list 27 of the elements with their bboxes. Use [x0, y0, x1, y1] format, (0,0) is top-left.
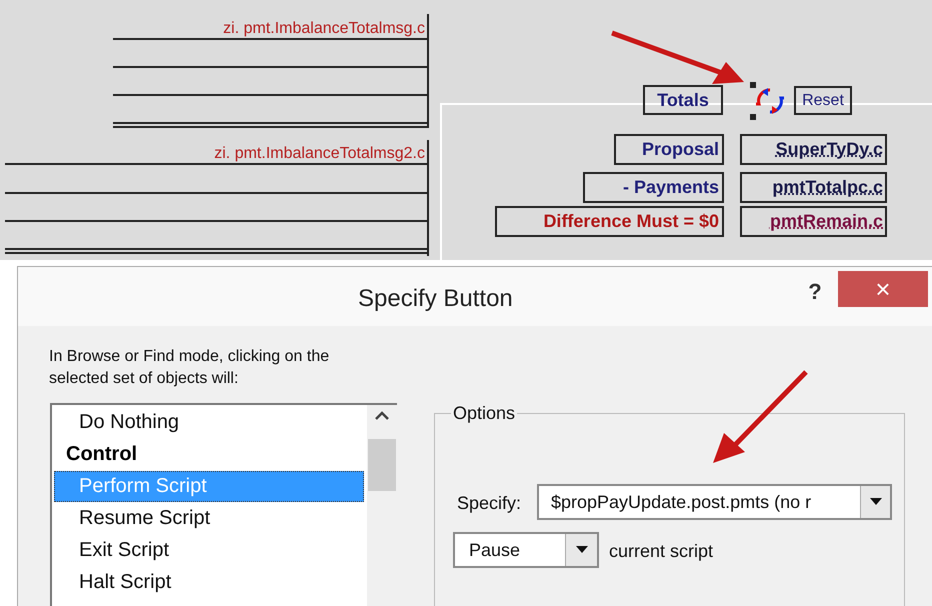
instruction-text: In Browse or Find mode, clicking on the selected set of objects will: [49, 347, 330, 389]
field-name: zi. pmt.ImbalanceTotalmsg2.c [214, 145, 425, 163]
specify-label: Specify: [457, 492, 522, 515]
script-dropdown[interactable]: $propPayUpdate.post.pmts (no r [537, 484, 892, 520]
dropdown-value: $propPayUpdate.post.pmts (no r [550, 490, 812, 514]
layout-field[interactable]: zi. pmt.ImbalanceTotalmsg2.c [5, 140, 429, 256]
scrollbar-thumb[interactable] [368, 439, 396, 491]
current-script-label: current script [609, 540, 714, 563]
close-button[interactable]: × [838, 271, 928, 307]
help-button[interactable]: ? [803, 275, 827, 305]
row-label: Difference Must = $0 [495, 206, 724, 237]
scrollbar[interactable] [367, 405, 397, 606]
field-name: zi. pmt.ImbalanceTotalmsg.c [223, 20, 425, 38]
row-label: - Payments [583, 172, 724, 203]
row-value-field: pmtRemain.c [740, 206, 887, 237]
window-title: Specify Button [358, 284, 513, 314]
row-value-field: pmtTotalpc.c [740, 172, 887, 203]
row-label: Proposal [614, 134, 724, 165]
totals-label: Totals [643, 85, 723, 115]
row-value-field: SuperTyDy.c [740, 134, 887, 165]
reset-button[interactable]: Reset [794, 86, 852, 115]
layout-field[interactable]: zi. pmt.ImbalanceTotalmsg.c [113, 14, 429, 128]
pause-dropdown[interactable]: Pause [453, 532, 599, 568]
dropdown-value: Pause [468, 538, 522, 562]
action-list[interactable]: Do Nothing Control Perform Script Resume Script Exit Script Halt Script [50, 403, 397, 606]
list-heading: Control [66, 442, 138, 467]
scroll-up-icon[interactable] [375, 411, 389, 421]
